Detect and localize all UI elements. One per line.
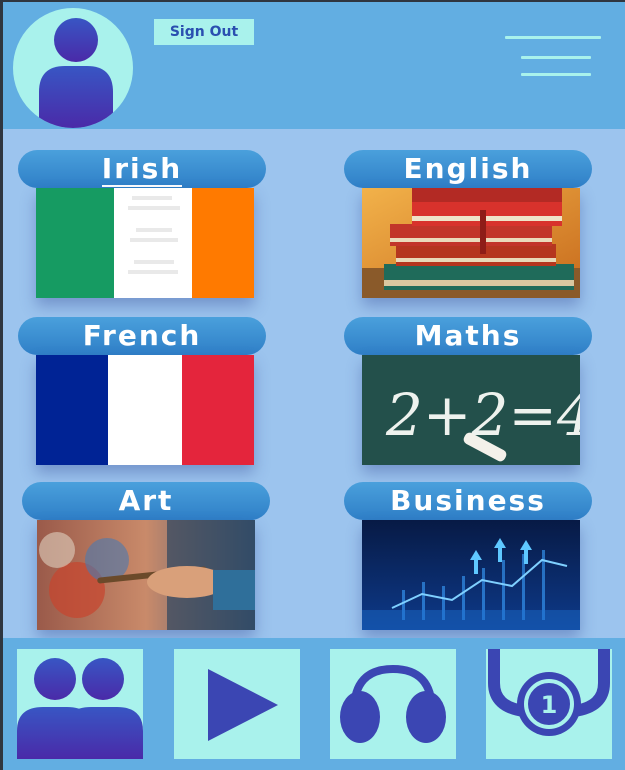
hamburger-menu-icon[interactable] — [505, 30, 605, 82]
business-chart-image[interactable] — [362, 520, 580, 630]
play-icon[interactable] — [174, 649, 300, 759]
sign-out-button[interactable]: Sign Out — [154, 19, 254, 45]
headphones-icon[interactable] — [330, 649, 456, 759]
books-image[interactable] — [362, 188, 580, 298]
menu-line-bottom — [521, 73, 591, 76]
users-icon[interactable] — [17, 649, 143, 759]
menu-line-middle — [521, 56, 591, 59]
subject-card-maths: Maths 2+2=4 — [344, 317, 594, 477]
subject-label: Business — [390, 484, 546, 517]
chalk-equation: 2+2=4 — [385, 381, 580, 449]
medal-icon[interactable]: 1 — [486, 649, 612, 759]
subject-button-irish[interactable]: Irish — [18, 150, 266, 188]
painting-image[interactable] — [37, 520, 255, 630]
subject-card-french: French — [18, 317, 268, 477]
subject-button-english[interactable]: English — [344, 150, 592, 188]
user-silhouette-icon — [39, 18, 113, 128]
subject-label: English — [403, 152, 533, 185]
french-flag-image[interactable] — [36, 355, 254, 465]
subject-button-french[interactable]: French — [18, 317, 266, 355]
subject-card-business: Business — [344, 482, 594, 642]
subject-label: Irish — [101, 152, 183, 187]
subject-button-art[interactable]: Art — [22, 482, 270, 520]
medal-rank-number: 1 — [541, 691, 558, 719]
chalkboard-image[interactable]: 2+2=4 — [362, 355, 580, 465]
subject-card-english: English — [344, 150, 594, 310]
subject-button-business[interactable]: Business — [344, 482, 592, 520]
subject-label: French — [82, 319, 202, 352]
subject-label: Maths — [414, 319, 522, 352]
subject-label: Art — [118, 484, 174, 517]
subject-button-maths[interactable]: Maths — [344, 317, 592, 355]
subject-card-art: Art — [22, 482, 272, 642]
user-avatar-icon[interactable] — [13, 8, 133, 128]
irish-flag-image[interactable] — [36, 188, 254, 298]
subject-card-irish: Irish — [18, 150, 268, 310]
menu-line-top — [505, 36, 601, 39]
